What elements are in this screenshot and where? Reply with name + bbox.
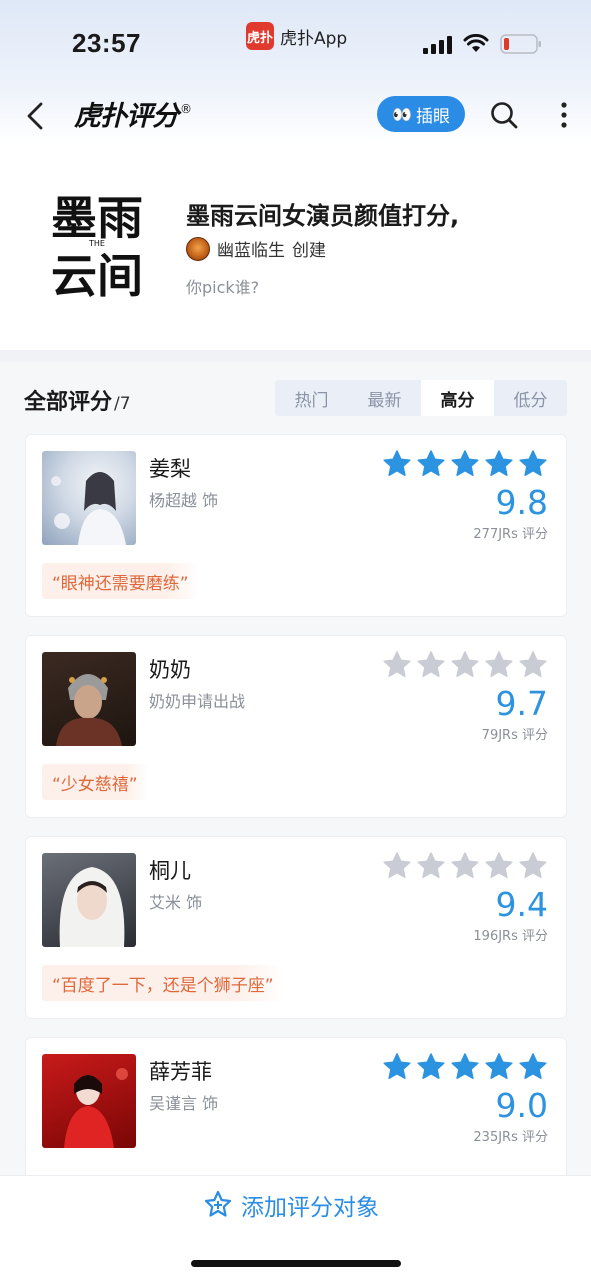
card-score: 9.7: [495, 684, 548, 723]
card-subtitle: 奶奶申请出战: [149, 692, 246, 711]
card-top-comment[interactable]: “少女慈禧”: [42, 764, 148, 800]
star-icon[interactable]: [416, 851, 446, 881]
star-icon[interactable]: [382, 449, 412, 479]
card-score: 9.8: [495, 483, 548, 522]
card-top-comment[interactable]: “百度了一下，还是个狮子座”: [42, 965, 284, 1001]
cover-text-small: THE: [88, 239, 105, 248]
card-vote-count: 79JRs 评分: [481, 728, 548, 743]
topic-header: 墨雨 THE 云间 墨雨云间女演员颜值打分, 幽蓝临生 创建 你pick谁?: [0, 144, 591, 350]
eyes-icon: 👀: [392, 104, 412, 124]
card-thumbnail: [42, 853, 136, 947]
sort-tabs: 热门 最新 高分 低分: [275, 380, 567, 416]
cover-text-top: 墨雨: [51, 191, 143, 245]
rating-card[interactable]: 奶奶 奶奶申请出战 9.7 79JRs 评分 “少女慈禧”: [25, 635, 567, 818]
card-portrait-image: [64, 1068, 128, 1148]
card-vote-count: 277JRs 评分: [473, 527, 548, 542]
rating-card[interactable]: 薛芳菲 吴谨言 饰 9.0 235JRs 评分: [25, 1037, 567, 1180]
star-icon[interactable]: [484, 1052, 514, 1082]
search-icon[interactable]: [489, 100, 519, 130]
tab-hot[interactable]: 热门: [275, 380, 348, 416]
star-icon[interactable]: [450, 449, 480, 479]
card-score: 9.4: [495, 885, 548, 924]
nav-bar: 虎扑评分 ® 👀 插眼: [0, 88, 591, 144]
ratings-count: /7: [114, 394, 131, 414]
chevron-left-icon[interactable]: [22, 100, 50, 132]
rating-card[interactable]: 姜梨 杨超越 饰 9.8 277JRs 评分 “眼神还需要磨练”: [25, 434, 567, 617]
home-indicator[interactable]: [191, 1260, 401, 1267]
status-app-indicator[interactable]: 虎扑 虎扑App: [246, 22, 347, 50]
topic-cover-image: 墨雨 THE 云间: [42, 184, 152, 300]
tab-newest[interactable]: 最新: [348, 380, 421, 416]
hupu-rating-logo: 虎扑评分 ®: [74, 101, 192, 132]
star-icon[interactable]: [484, 650, 514, 680]
ratings-heading-text: 全部评分: [24, 390, 113, 415]
star-rating[interactable]: [382, 851, 548, 881]
card-subtitle: 吴谨言 饰: [149, 1094, 219, 1113]
card-top-comment[interactable]: “眼神还需要磨练”: [42, 563, 199, 599]
star-rating[interactable]: [382, 1052, 548, 1082]
topic-title: 墨雨云间女演员颜值打分,: [186, 202, 460, 230]
star-icon[interactable]: [416, 1052, 446, 1082]
rating-card[interactable]: 桐儿 艾米 饰 9.4 196JRs 评分 “百度了一下，还是个狮子座”: [25, 836, 567, 1019]
status-app-name: 虎扑App: [280, 28, 348, 49]
card-thumbnail: [42, 652, 136, 746]
star-icon[interactable]: [382, 851, 412, 881]
add-rating-target-button[interactable]: 添加评分对象: [203, 1188, 379, 1222]
creator-suffix: 创建: [292, 241, 326, 261]
card-portrait-image: [56, 674, 122, 746]
star-icon[interactable]: [484, 851, 514, 881]
peek-button[interactable]: 👀 插眼: [377, 96, 465, 132]
add-rating-target-label: 添加评分对象: [241, 1195, 379, 1221]
tab-high-score[interactable]: 高分: [421, 380, 494, 416]
card-name: 桐儿: [149, 859, 191, 883]
star-rating[interactable]: [382, 449, 548, 479]
card-portrait-image: [59, 867, 125, 947]
card-vote-count: 235JRs 评分: [473, 1130, 548, 1145]
card-subtitle: 杨超越 饰: [149, 491, 219, 510]
status-time: 23:57: [72, 28, 141, 58]
ratings-section: 全部评分/7 热门 最新 高分 低分 姜梨 杨超越 饰 9.8 277JRs 评…: [0, 362, 591, 1180]
status-bar: 23:57 虎扑 虎扑App: [0, 0, 591, 88]
topic-creator[interactable]: 幽蓝临生 创建: [186, 236, 326, 261]
star-icon[interactable]: [382, 650, 412, 680]
ratings-heading: 全部评分/7: [24, 384, 131, 416]
card-portrait-image: [51, 472, 126, 545]
cover-text-bottom: 云间: [51, 249, 143, 300]
card-name: 奶奶: [149, 658, 191, 682]
card-vote-count: 196JRs 评分: [473, 929, 548, 944]
tab-low-score[interactable]: 低分: [494, 380, 567, 416]
card-subtitle: 艾米 饰: [149, 893, 203, 912]
card-name: 薛芳菲: [149, 1060, 212, 1084]
star-icon[interactable]: [518, 851, 548, 881]
star-icon[interactable]: [382, 1052, 412, 1082]
star-rating[interactable]: [382, 650, 548, 680]
star-icon[interactable]: [450, 1052, 480, 1082]
star-icon[interactable]: [484, 449, 514, 479]
star-icon[interactable]: [518, 1052, 548, 1082]
card-thumbnail: [42, 451, 136, 545]
card-name: 姜梨: [149, 457, 191, 481]
star-icon[interactable]: [450, 650, 480, 680]
star-icon[interactable]: [518, 650, 548, 680]
creator-name[interactable]: 幽蓝临生: [217, 236, 285, 261]
star-icon[interactable]: [518, 449, 548, 479]
creator-avatar[interactable]: [186, 236, 210, 261]
hupu-app-icon: 虎扑: [246, 22, 274, 50]
signal-icon: [423, 36, 452, 54]
star-icon[interactable]: [450, 851, 480, 881]
topic-description: 你pick谁?: [186, 278, 260, 297]
star-icon[interactable]: [416, 650, 446, 680]
more-vertical-icon[interactable]: [552, 100, 576, 130]
bottom-bar: 添加评分对象: [0, 1175, 591, 1280]
battery-icon: [500, 34, 541, 54]
star-icon[interactable]: [416, 449, 446, 479]
peek-button-label: 插眼: [415, 106, 450, 127]
wifi-icon: [463, 34, 489, 52]
card-thumbnail: [42, 1054, 136, 1148]
card-score: 9.0: [495, 1086, 548, 1125]
star-plus-icon: [204, 1190, 232, 1217]
